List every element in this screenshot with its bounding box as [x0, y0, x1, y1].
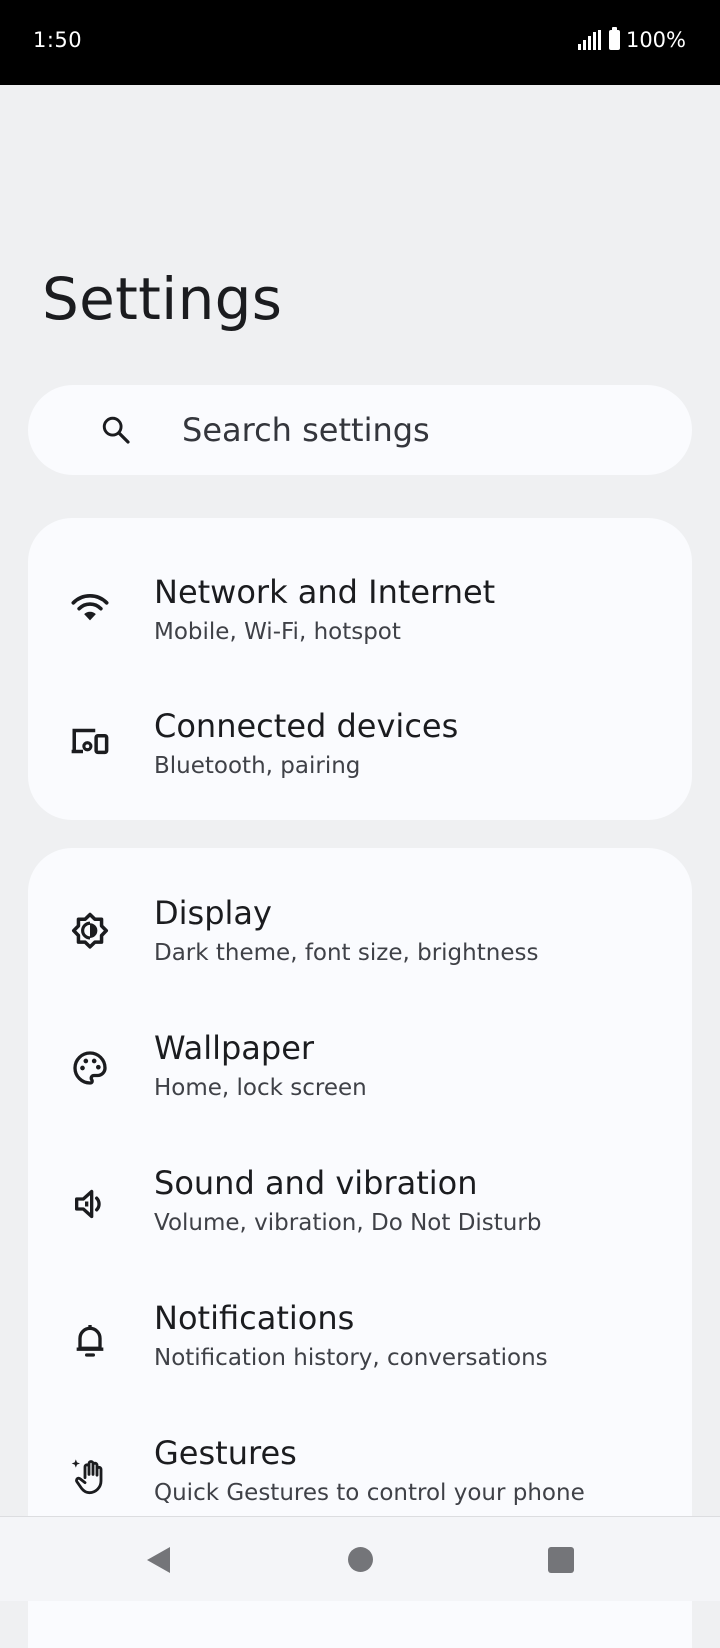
settings-item-network[interactable]: Network and Internet Mobile, Wi-Fi, hots… [28, 537, 692, 673]
bell-icon [68, 1318, 112, 1362]
connected-devices-title: Connected devices [154, 707, 459, 745]
recents-icon[interactable] [548, 1547, 574, 1573]
palette-icon [68, 1046, 112, 1090]
status-indicators: 100% [577, 27, 686, 52]
network-title: Network and Internet [154, 573, 496, 611]
wallpaper-title: Wallpaper [154, 1029, 315, 1067]
back-icon[interactable] [144, 1545, 172, 1575]
battery-icon [608, 27, 620, 50]
notifications-title: Notifications [154, 1299, 355, 1337]
sound-title: Sound and vibration [154, 1164, 478, 1202]
connected-devices-subtitle: Bluetooth, pairing [154, 753, 361, 779]
sound-subtitle: Volume, vibration, Do Not Disturb [154, 1210, 542, 1236]
signal-icon [577, 30, 601, 50]
page-title: Settings [42, 265, 283, 333]
display-title: Display [154, 894, 272, 932]
brightness-icon [68, 910, 112, 954]
settings-group-connectivity: Network and Internet Mobile, Wi-Fi, hots… [28, 518, 692, 820]
search-icon [102, 416, 130, 444]
wifi-icon [68, 585, 112, 629]
search-input[interactable]: Search settings [182, 411, 430, 449]
settings-item-notifications[interactable]: Notifications Notification history, conv… [28, 1275, 692, 1411]
settings-item-display[interactable]: Display Dark theme, font size, brightnes… [28, 864, 692, 1000]
status-bar: 1:50 100% [0, 0, 720, 85]
navigation-bar [0, 1516, 720, 1601]
settings-item-wallpaper[interactable]: Wallpaper Home, lock screen [28, 1001, 692, 1137]
wallpaper-subtitle: Home, lock screen [154, 1075, 367, 1101]
gestures-subtitle: Quick Gestures to control your phone [154, 1480, 585, 1506]
home-icon[interactable] [348, 1547, 373, 1572]
status-time: 1:50 [33, 28, 83, 52]
volume-icon [68, 1182, 112, 1226]
connected-devices-icon [68, 719, 112, 763]
network-subtitle: Mobile, Wi-Fi, hotspot [154, 619, 401, 645]
gestures-title: Gestures [154, 1434, 297, 1472]
gesture-hand-icon [68, 1454, 112, 1498]
settings-item-connected-devices[interactable]: Connected devices Bluetooth, pairing [28, 673, 692, 809]
display-subtitle: Dark theme, font size, brightness [154, 940, 539, 966]
battery-percent: 100% [625, 28, 686, 52]
notifications-subtitle: Notification history, conversations [154, 1345, 548, 1371]
settings-item-sound[interactable]: Sound and vibration Volume, vibration, D… [28, 1138, 692, 1274]
search-bar[interactable]: Search settings [28, 385, 692, 475]
